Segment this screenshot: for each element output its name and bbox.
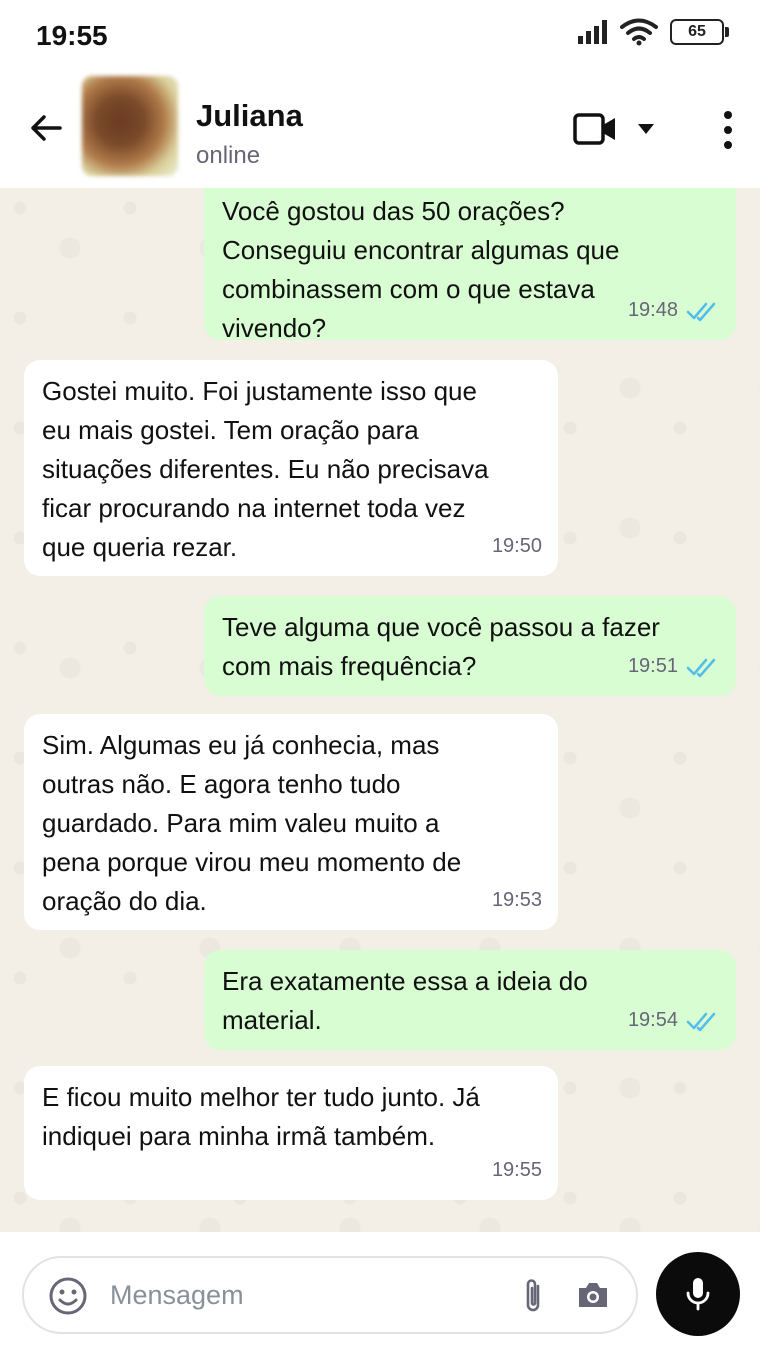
- double-check-icon: [686, 1012, 716, 1031]
- battery-level: 65: [688, 23, 706, 40]
- message-incoming[interactable]: Sim. Algumas eu já conhecia, mas outras …: [24, 714, 558, 930]
- message-meta: 19:55: [492, 1151, 542, 1190]
- message-text: E ficou muito melhor ter tudo junto. Já …: [42, 1082, 480, 1151]
- camera-icon[interactable]: [576, 1278, 610, 1312]
- chevron-down-icon[interactable]: [636, 122, 656, 136]
- more-vertical-icon[interactable]: [720, 110, 736, 150]
- battery-icon: 65: [670, 19, 729, 45]
- message-outgoing[interactable]: Teve alguma que você passou a fazer com …: [204, 596, 736, 696]
- mic-icon: [686, 1278, 710, 1311]
- message-text: Sim. Algumas eu já conhecia, mas outras …: [42, 730, 462, 916]
- message-time: 19:53: [491, 889, 542, 911]
- wifi-icon: [620, 18, 658, 46]
- status-icons: 65: [578, 18, 729, 46]
- message-time: 19:51: [627, 655, 678, 677]
- message-meta: 19:48: [628, 291, 720, 330]
- emoji-icon[interactable]: [48, 1276, 88, 1316]
- status-time: 19:55: [36, 20, 108, 51]
- message-time: 19:55: [491, 1159, 542, 1181]
- message-meta: 19:54: [628, 1001, 720, 1040]
- message-outgoing[interactable]: Era exatamente essa a ideia do material.…: [204, 950, 736, 1050]
- status-bar: 19:55 65: [0, 0, 760, 72]
- contact-name[interactable]: Juliana: [196, 98, 303, 134]
- message-incoming[interactable]: E ficou muito melhor ter tudo junto. Já …: [24, 1066, 558, 1200]
- contact-status: online: [196, 142, 261, 169]
- message-incoming[interactable]: Gostei muito. Foi justamente isso que eu…: [24, 360, 558, 576]
- message-meta: 19:51: [628, 647, 720, 686]
- message-time: 19:48: [627, 299, 678, 321]
- signal-icon: [578, 20, 607, 44]
- composer: Mensagem: [0, 1232, 760, 1352]
- message-placeholder: Mensagem: [110, 1280, 244, 1310]
- double-check-icon: [686, 302, 716, 321]
- back-arrow-icon[interactable]: [26, 108, 66, 148]
- message-time: 19:54: [627, 1009, 678, 1031]
- video-call-icon[interactable]: [572, 110, 618, 148]
- message-text: Gostei muito. Foi justamente isso que eu…: [42, 376, 489, 562]
- chat-header: Juliana online: [0, 72, 760, 188]
- avatar[interactable]: [82, 76, 178, 176]
- mic-button[interactable]: [656, 1252, 740, 1336]
- attach-icon[interactable]: [520, 1276, 546, 1316]
- message-meta: 19:53: [492, 881, 542, 920]
- message-time: 19:50: [491, 535, 542, 557]
- message-list[interactable]: Você gostou das 50 orações? Conseguiu en…: [0, 188, 760, 1232]
- message-input[interactable]: Mensagem: [22, 1256, 638, 1334]
- double-check-icon: [686, 658, 716, 677]
- message-meta: 19:50: [492, 527, 542, 566]
- message-outgoing[interactable]: Você gostou das 50 orações? Conseguiu en…: [204, 188, 736, 343]
